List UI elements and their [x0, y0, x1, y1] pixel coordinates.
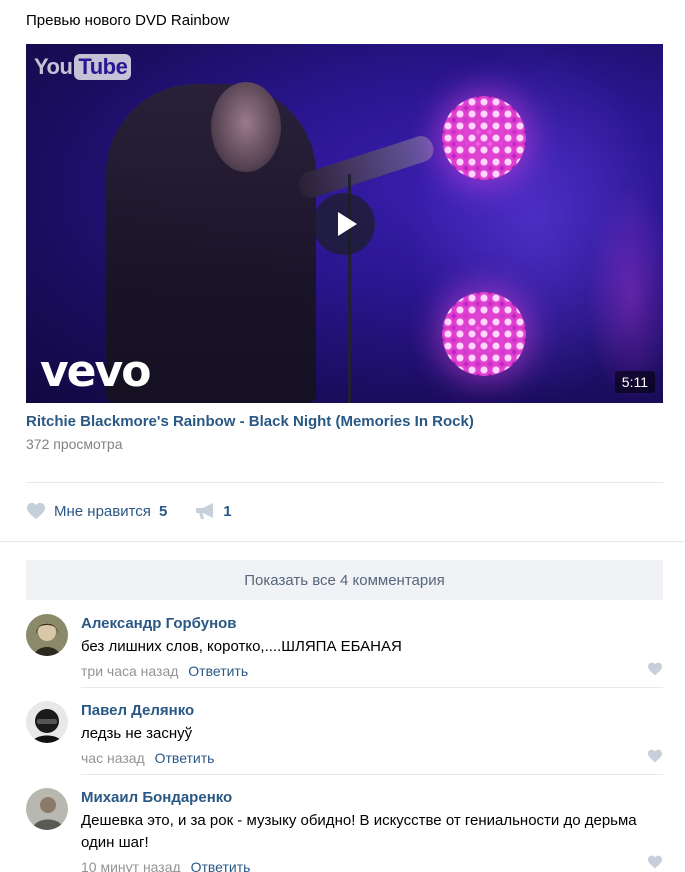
comment-item: Михаил Бондаренко Дешевка это, и за рок …: [26, 788, 663, 872]
comment-author[interactable]: Михаил Бондаренко: [81, 788, 663, 807]
comment-heart-icon[interactable]: [647, 855, 663, 869]
section-divider: [0, 541, 685, 542]
youtube-logo-you: You: [34, 54, 73, 79]
avatar[interactable]: [26, 701, 68, 743]
reply-button[interactable]: Ответить: [191, 859, 251, 872]
comment-heart-icon[interactable]: [647, 749, 663, 763]
video-player[interactable]: You Tube vevo 5:11: [26, 44, 663, 403]
stage-light-top: [442, 96, 526, 180]
comment-divider: [81, 774, 663, 775]
comment-time[interactable]: три часа назад: [81, 663, 178, 679]
avatar[interactable]: [26, 614, 68, 656]
comment-meta: час назад Ответить: [81, 749, 663, 767]
share-count: 1: [223, 502, 232, 520]
comment-time[interactable]: час назад: [81, 750, 145, 766]
video-title-link[interactable]: Ritchie Blackmore's Rainbow - Black Nigh…: [26, 413, 474, 430]
youtube-logo: You Tube: [34, 54, 132, 80]
video-thumbnail-performer-head: [211, 82, 281, 172]
comment-item: Александр Горбунов без лишних слов, коро…: [26, 614, 663, 688]
share-button[interactable]: 1: [195, 502, 232, 520]
post-actions: Мне нравится 5 1: [26, 500, 232, 522]
comment-item: Павел Делянко ледзь не заснуў час назад …: [26, 701, 663, 775]
divider: [26, 482, 663, 483]
comment-text: ледзь не заснуў: [81, 725, 193, 742]
comment-heart-icon[interactable]: [647, 662, 663, 676]
reply-button[interactable]: Ответить: [188, 663, 248, 679]
comment-author[interactable]: Павел Делянко: [81, 701, 663, 720]
show-all-comments-button[interactable]: Показать все 4 комментария: [26, 560, 663, 600]
avatar-image: [26, 701, 68, 743]
comment-meta: три часа назад Ответить: [81, 662, 663, 680]
avatar-image: [26, 788, 68, 830]
comment-text: Дешевка это, и за рок - музыку обидно! В…: [81, 812, 637, 851]
video-views: 372 просмотра: [26, 436, 123, 452]
like-label: Мне нравится: [54, 502, 151, 520]
comment-text: без лишних слов, коротко,....ШЛЯПА ЕБАНА…: [81, 638, 402, 655]
vevo-logo: vevo: [40, 346, 151, 397]
youtube-logo-tube: Tube: [74, 54, 132, 80]
video-duration: 5:11: [614, 371, 655, 393]
comment-author[interactable]: Александр Горбунов: [81, 614, 663, 633]
stage-light-bottom: [442, 292, 526, 376]
avatar[interactable]: [26, 788, 68, 830]
like-button[interactable]: Мне нравится 5: [26, 502, 167, 520]
comment-divider: [81, 687, 663, 688]
heart-icon: [27, 502, 45, 520]
avatar-image: [26, 614, 68, 656]
comment-time[interactable]: 10 минут назад: [81, 859, 181, 872]
like-count: 5: [158, 502, 168, 520]
play-button[interactable]: [313, 193, 375, 255]
megaphone-icon: [196, 503, 214, 519]
reply-button[interactable]: Ответить: [155, 750, 215, 766]
post-text: Превью нового DVD Rainbow: [26, 12, 230, 29]
comment-meta: 10 минут назад Ответить: [81, 858, 663, 872]
